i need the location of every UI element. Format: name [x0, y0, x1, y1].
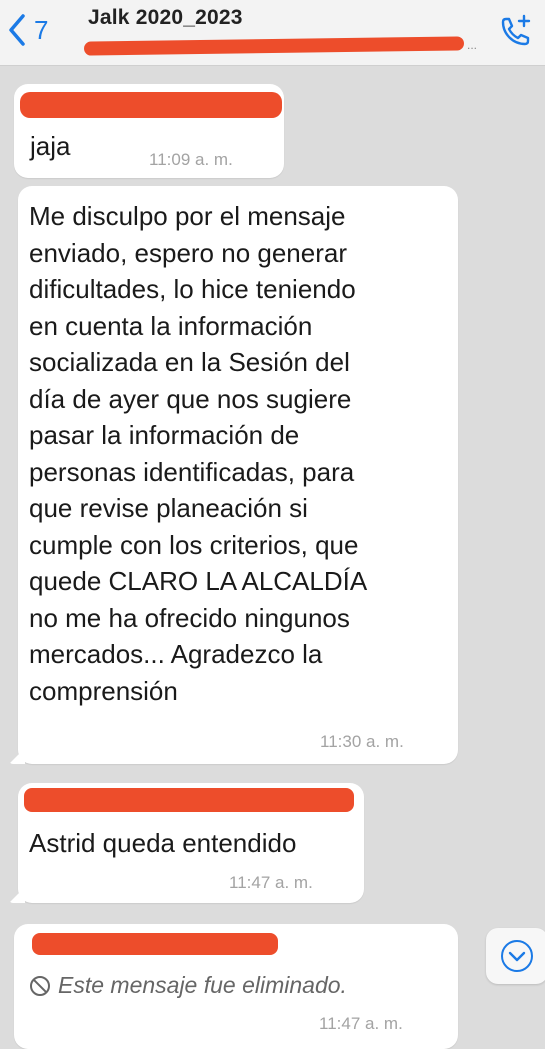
message-bubble-4[interactable]: Este mensaje fue eliminado. 11:47 a. m. — [14, 924, 458, 1049]
message-text: Me disculpo por el mensaje enviado, espe… — [29, 201, 368, 706]
message-time: 11:47 a. m. — [319, 1014, 403, 1033]
participants-redacted — [83, 36, 465, 56]
chevron-down-icon — [501, 940, 533, 972]
message-text: jaja — [30, 131, 71, 161]
message-bubble-3[interactable]: Astrid queda entendido 11:47 a. m. — [18, 783, 364, 903]
message-bubble-2[interactable]: Me disculpo por el mensaje enviado, espe… — [18, 186, 458, 764]
chat-header: 7 Jalk 2020_2023 ... — [0, 0, 545, 66]
deleted-message: Este mensaje fue eliminado. — [28, 972, 347, 999]
message-bubble-1[interactable]: jaja 11:09 a. m. — [14, 84, 284, 178]
back-button[interactable]: 7 — [6, 8, 48, 52]
blocked-icon — [30, 975, 50, 996]
message-time: 11:47 a. m. — [229, 873, 313, 892]
message-time: 11:30 a. m. — [320, 732, 404, 751]
deleted-message-text: Este mensaje fue eliminado. — [58, 972, 347, 998]
message-text: Astrid queda entendido — [29, 828, 297, 858]
unread-count: 7 — [34, 15, 49, 45]
chat-title[interactable]: Jalk 2020_2023 — [88, 6, 243, 30]
chevron-left-icon — [9, 14, 25, 46]
sender-name-redacted — [20, 92, 282, 118]
message-time: 11:09 a. m. — [149, 150, 233, 169]
sender-name-redacted — [24, 788, 354, 812]
scroll-to-bottom-button[interactable] — [486, 928, 545, 984]
add-call-icon — [501, 14, 531, 46]
participants-ellipsis: ... — [467, 38, 478, 52]
add-call-button[interactable] — [495, 12, 535, 52]
sender-name-redacted — [32, 933, 278, 955]
